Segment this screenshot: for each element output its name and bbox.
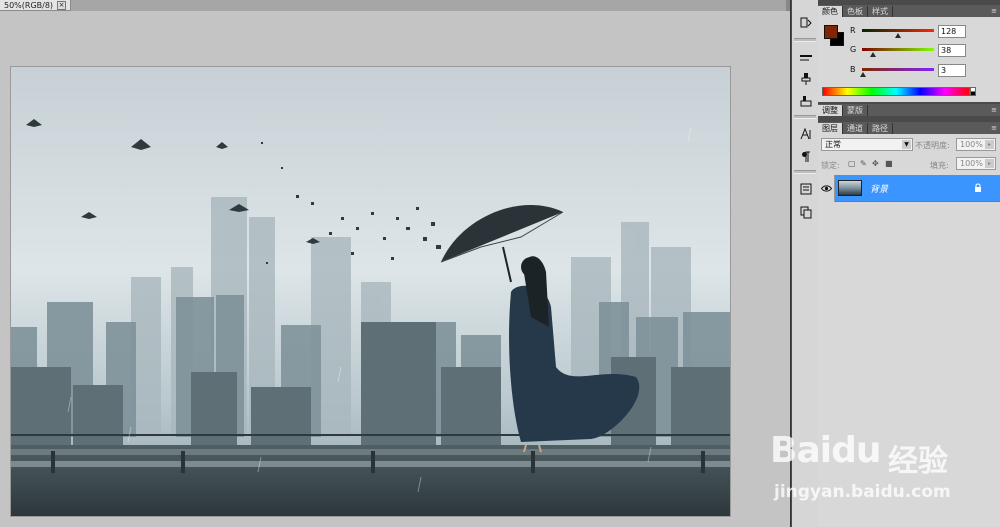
lock-all-icon[interactable]: ■: [885, 159, 893, 168]
layer-thumbnail[interactable]: [838, 180, 862, 196]
blend-mode-select[interactable]: 正常 ▼: [821, 138, 913, 151]
color-panel: R 128 G 38 B 3: [818, 17, 1000, 102]
clone-source-icon[interactable]: [797, 70, 814, 87]
red-track[interactable]: [862, 29, 934, 32]
tool-separator: [794, 38, 816, 42]
blue-value-field[interactable]: 3: [938, 64, 966, 77]
watermark-brand: Baidu: [770, 430, 881, 471]
green-value-field[interactable]: 38: [938, 44, 966, 57]
blue-thumb[interactable]: [859, 72, 866, 77]
chevron-right-icon[interactable]: ▸: [985, 140, 994, 149]
fill-label: 填充:: [930, 161, 949, 170]
history-icon[interactable]: [797, 14, 814, 31]
green-thumb[interactable]: [869, 52, 876, 57]
lock-image-icon[interactable]: ✎: [860, 159, 867, 168]
tool-separator: [794, 115, 816, 119]
green-slider[interactable]: G 38: [850, 44, 1000, 58]
layers-panel-tabs: 图层 通道 路径 ≡: [818, 122, 1000, 134]
red-slider[interactable]: R 128: [850, 25, 1000, 39]
layer-name[interactable]: 背景: [870, 182, 888, 195]
foreground-color-swatch[interactable]: [824, 25, 838, 39]
document-area: 50%(RGB/8) ×: [0, 0, 790, 527]
tab-paths[interactable]: 路径: [868, 123, 893, 134]
opacity-field[interactable]: 100% ▸: [956, 138, 996, 151]
tab-swatches[interactable]: 色板: [843, 6, 868, 17]
tool-separator: [794, 170, 816, 174]
baidu-watermark: Baidu 经验 jingyan.baidu.com: [770, 418, 995, 518]
tab-channels[interactable]: 通道: [843, 123, 868, 134]
paragraph-icon[interactable]: [797, 148, 814, 165]
image-canvas[interactable]: [11, 67, 730, 516]
green-label: G: [850, 45, 857, 54]
opacity-label: 不透明度:: [915, 141, 950, 150]
blue-slider[interactable]: B 3: [850, 64, 1000, 78]
document-tab[interactable]: 50%(RGB/8) ×: [0, 0, 72, 11]
chevron-right-icon[interactable]: ▸: [985, 159, 994, 168]
chevron-down-icon[interactable]: ▼: [902, 140, 911, 149]
tab-masks[interactable]: 蒙版: [843, 105, 868, 116]
watermark-url: jingyan.baidu.com: [774, 482, 951, 502]
lock-icon: [975, 183, 981, 192]
artwork-rainy-city: [11, 67, 730, 516]
red-thumb[interactable]: [895, 33, 902, 38]
fill-value: 100%: [960, 159, 983, 168]
eye-icon[interactable]: [818, 175, 835, 202]
lock-label: 锁定:: [821, 161, 840, 170]
panel-menu-icon[interactable]: ≡: [991, 106, 997, 114]
watermark-brand-cn: 经验: [888, 444, 948, 479]
blue-label: B: [850, 65, 856, 74]
lock-position-icon[interactable]: ✥: [872, 159, 879, 168]
document-tab-title: 50%(RGB/8): [4, 0, 54, 10]
fill-field[interactable]: 100% ▸: [956, 157, 996, 170]
close-icon[interactable]: ×: [57, 0, 67, 10]
green-track[interactable]: [862, 48, 934, 51]
panel-menu-icon[interactable]: ≡: [991, 124, 997, 132]
tab-adjustments[interactable]: 调整: [818, 105, 843, 116]
red-value-field[interactable]: 128: [938, 25, 966, 38]
document-tab-strip: [0, 0, 790, 11]
blend-mode-value: 正常: [825, 140, 841, 149]
lock-transparent-icon[interactable]: ▢: [848, 159, 856, 168]
opacity-value: 100%: [960, 140, 983, 149]
red-label: R: [850, 26, 856, 35]
brush-presets-icon[interactable]: [797, 49, 814, 66]
character-icon[interactable]: [797, 125, 814, 142]
tool-presets-icon[interactable]: [797, 92, 814, 109]
layer-row[interactable]: 背景: [818, 175, 1000, 202]
blue-track[interactable]: [862, 68, 934, 71]
color-panel-tabs: 颜色 色板 样式 ≡: [818, 5, 1000, 17]
tab-styles[interactable]: 样式: [868, 6, 893, 17]
black-white-ramp[interactable]: [970, 87, 976, 96]
layer-comps-icon[interactable]: [797, 180, 814, 197]
duplicate-icon[interactable]: [797, 204, 814, 221]
tab-color[interactable]: 颜色: [818, 6, 843, 17]
tab-layers[interactable]: 图层: [818, 123, 843, 134]
color-spectrum-bar[interactable]: [822, 87, 970, 96]
adjustments-panel-tabs: 调整 蒙版 ≡: [818, 104, 1000, 116]
panel-menu-icon[interactable]: ≡: [991, 7, 997, 15]
